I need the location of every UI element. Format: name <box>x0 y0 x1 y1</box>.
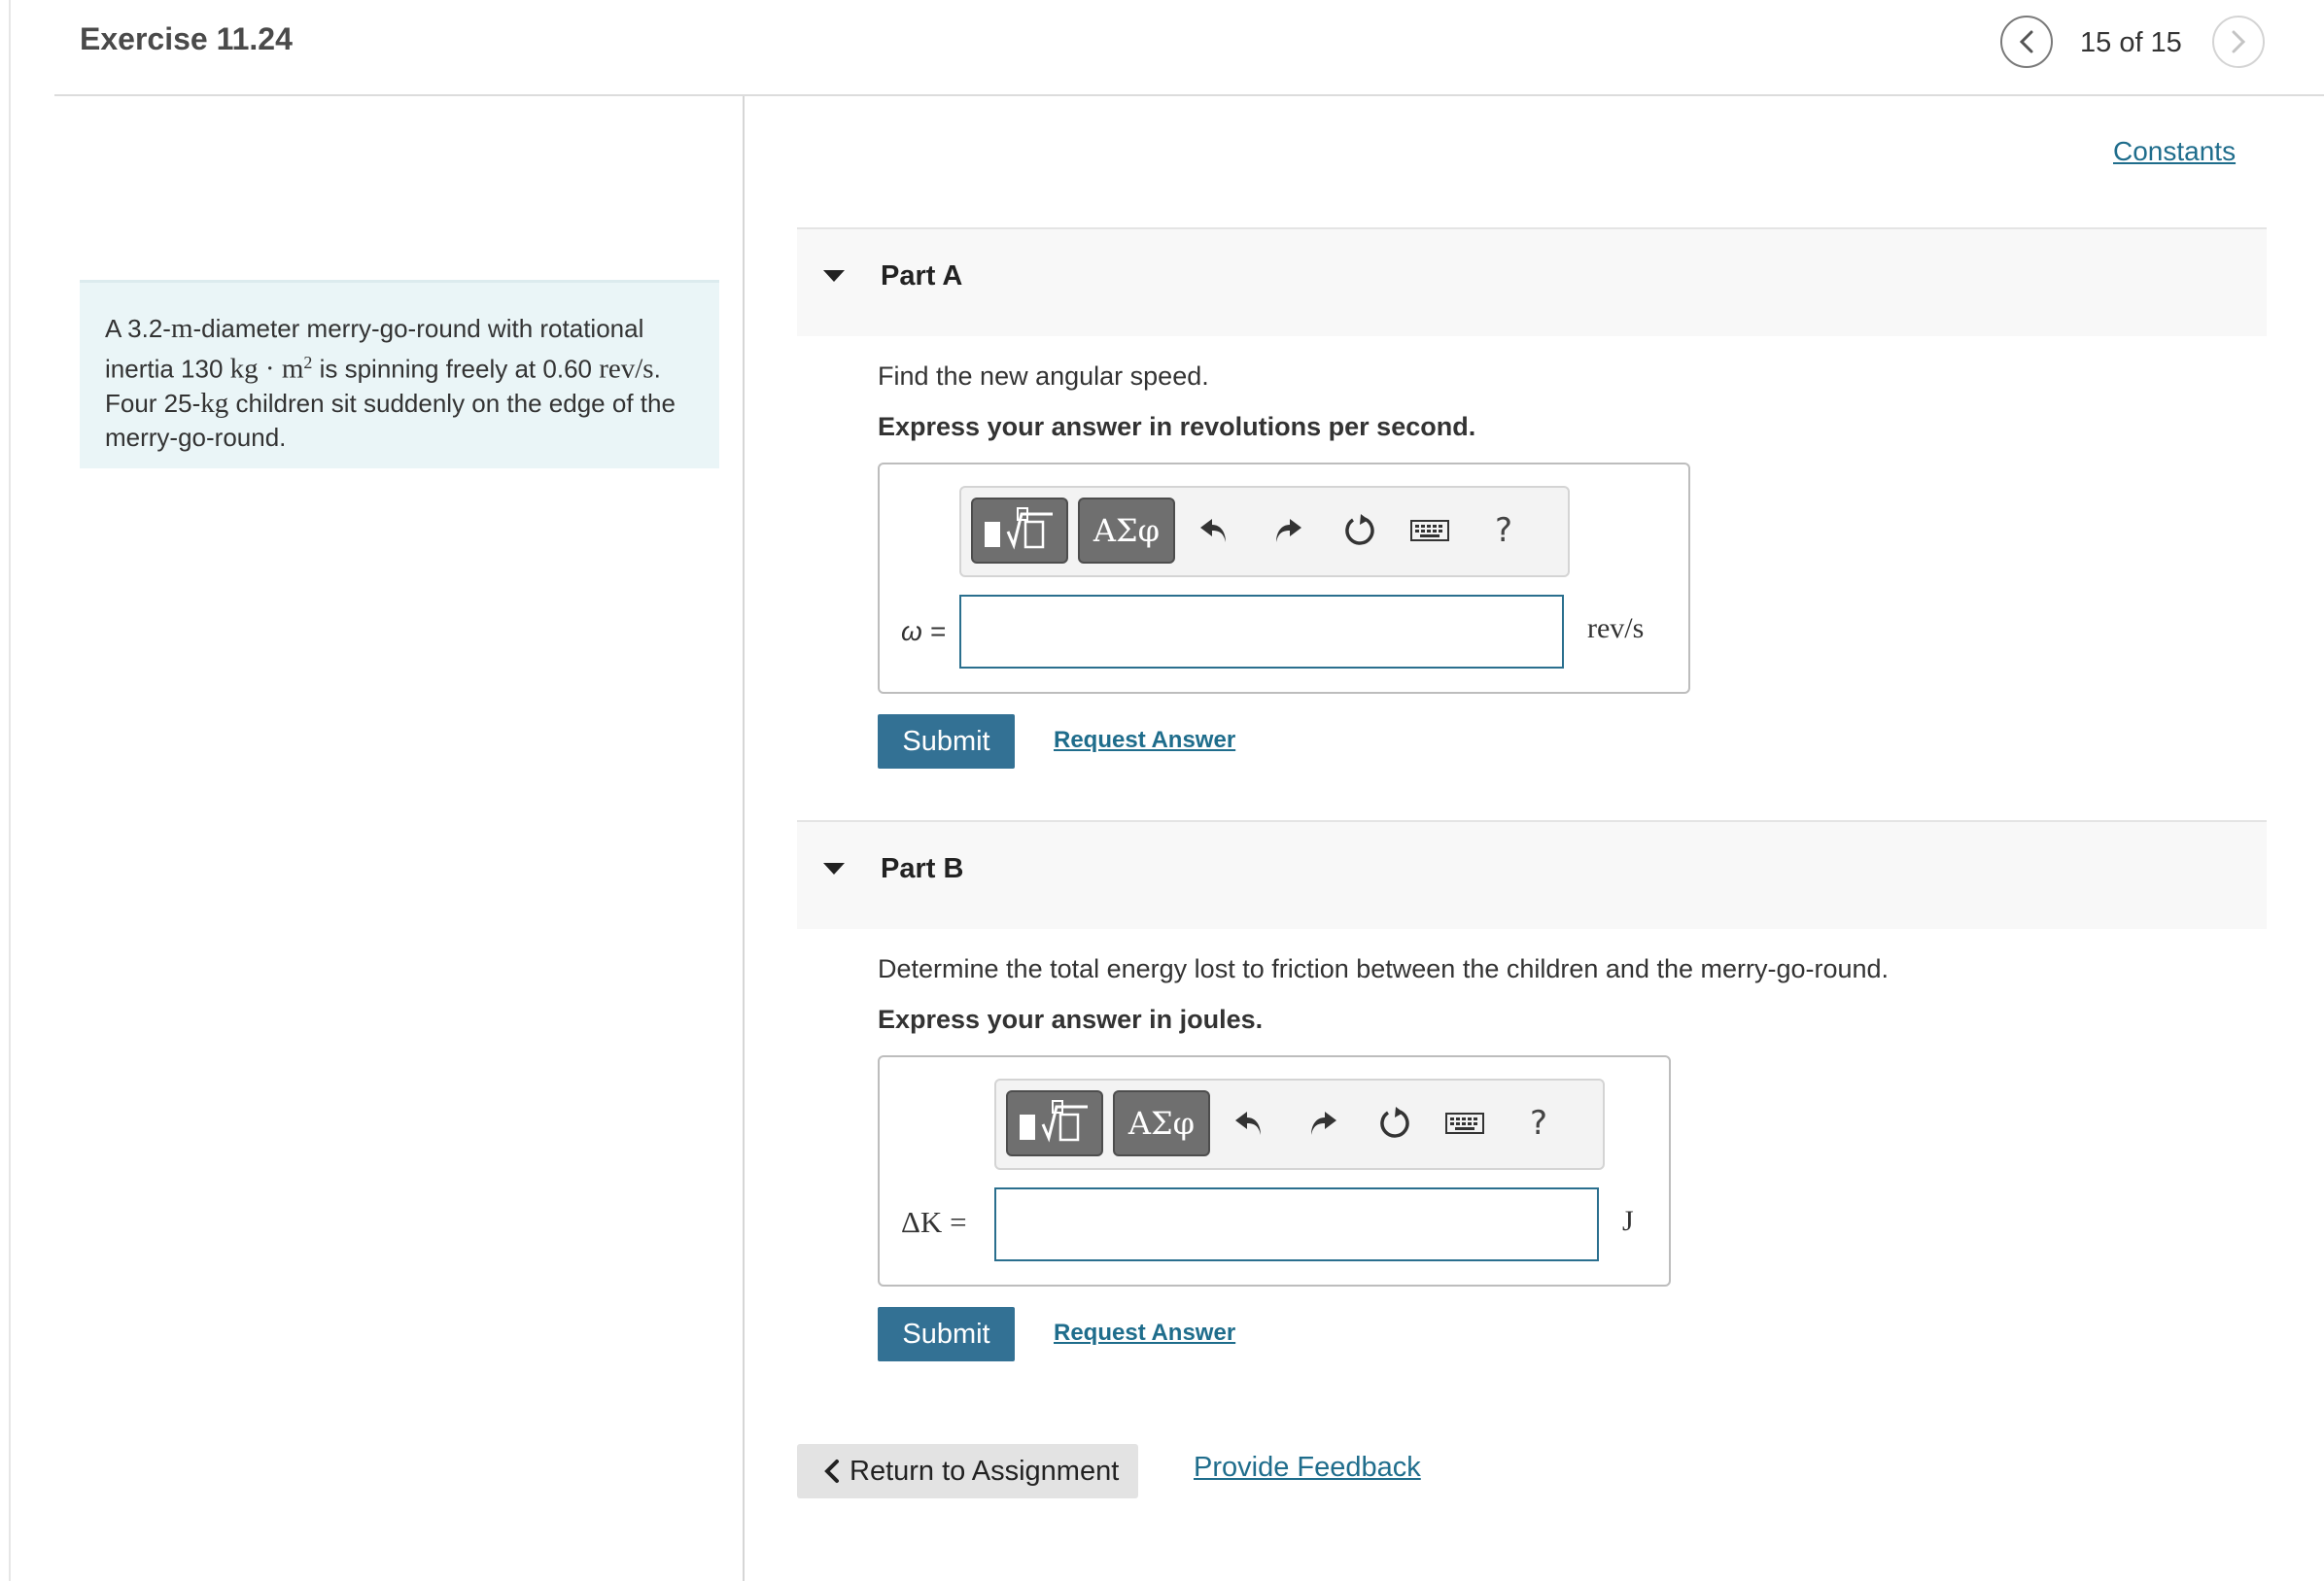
chevron-left-icon <box>824 1460 839 1483</box>
part-a-submit-button[interactable]: Submit <box>878 714 1015 769</box>
return-to-assignment-button[interactable]: Return to Assignment <box>797 1444 1138 1498</box>
templates-button[interactable] <box>1006 1090 1103 1156</box>
collapse-triangle-icon[interactable] <box>823 270 845 282</box>
part-a-math-toolbar: ΑΣφ ? <box>959 486 1570 577</box>
part-b-unit: J <box>1622 1205 1634 1237</box>
reset-button[interactable] <box>1373 1102 1416 1145</box>
part-a-title: Part A <box>881 260 963 292</box>
provide-feedback-link[interactable]: Provide Feedback <box>1194 1452 1421 1484</box>
header-divider <box>54 94 2324 96</box>
header: Exercise 11.24 15 of 15 <box>0 0 2324 95</box>
constants-link[interactable]: Constants <box>2113 136 2236 167</box>
part-a-question: Find the new angular speed. <box>878 361 1209 391</box>
undo-button[interactable] <box>1228 1102 1270 1145</box>
part-b-submit-button[interactable]: Submit <box>878 1307 1015 1361</box>
help-button[interactable]: ? <box>1517 1102 1560 1145</box>
redo-icon <box>1311 1112 1336 1135</box>
part-a-answer-input[interactable] <box>959 595 1564 669</box>
part-b-request-answer-link[interactable]: Request Answer <box>1054 1320 1235 1347</box>
part-b-instruction: Express your answer in joules. <box>878 1005 1264 1034</box>
previous-button[interactable] <box>2000 16 2053 68</box>
keyboard-button[interactable] <box>1443 1102 1486 1145</box>
undo-icon <box>1200 519 1226 542</box>
greek-symbols-button[interactable]: ΑΣφ <box>1078 498 1175 564</box>
help-button[interactable]: ? <box>1482 509 1525 552</box>
part-b-question: Determine the total energy lost to frict… <box>878 954 1890 983</box>
collapse-triangle-icon[interactable] <box>823 863 845 875</box>
part-b-math-toolbar: ΑΣφ ? <box>994 1079 1605 1170</box>
part-b-answer-box: ΑΣφ ? ΔK = J <box>878 1055 1671 1287</box>
part-b-variable-label: ΔK = <box>901 1205 967 1239</box>
part-a-request-answer-link[interactable]: Request Answer <box>1054 727 1235 754</box>
keyboard-button[interactable] <box>1408 509 1451 552</box>
part-a-variable-label: ω = <box>901 616 946 646</box>
redo-button[interactable] <box>1266 509 1309 552</box>
exercise-title: Exercise 11.24 <box>80 21 293 56</box>
keyboard-icon <box>1445 1113 1484 1134</box>
problem-statement: A 3.2-m-diameter merry-go-round with rot… <box>80 280 719 468</box>
chevron-right-icon <box>2232 30 2246 53</box>
redo-icon <box>1276 519 1301 542</box>
greek-symbols-button[interactable]: ΑΣφ <box>1113 1090 1210 1156</box>
part-b-answer-input[interactable] <box>994 1187 1599 1261</box>
part-b-header[interactable]: Part B <box>797 820 2267 929</box>
part-a-instruction: Express your answer in revolutions per s… <box>878 412 1476 441</box>
reset-icon <box>1345 514 1374 545</box>
undo-button[interactable] <box>1193 509 1235 552</box>
templates-icon <box>1020 1100 1088 1143</box>
undo-icon <box>1235 1112 1261 1135</box>
templates-icon <box>985 507 1053 550</box>
reset-button[interactable] <box>1338 509 1381 552</box>
part-b-title: Part B <box>881 853 964 884</box>
chevron-left-icon <box>2019 30 2033 53</box>
page-count: 15 of 15 <box>2080 27 2182 58</box>
redo-button[interactable] <box>1301 1102 1344 1145</box>
column-divider <box>743 96 745 1581</box>
keyboard-icon <box>1410 520 1449 541</box>
templates-button[interactable] <box>971 498 1068 564</box>
left-border <box>9 0 11 1581</box>
part-a-header[interactable]: Part A <box>797 227 2267 336</box>
part-a-unit: rev/s <box>1587 612 1645 644</box>
return-label: Return to Assignment <box>850 1455 1120 1487</box>
next-button[interactable] <box>2212 16 2265 68</box>
part-a-answer-box: ΑΣφ ? ω = rev/s <box>878 463 1690 694</box>
reset-icon <box>1380 1107 1409 1138</box>
